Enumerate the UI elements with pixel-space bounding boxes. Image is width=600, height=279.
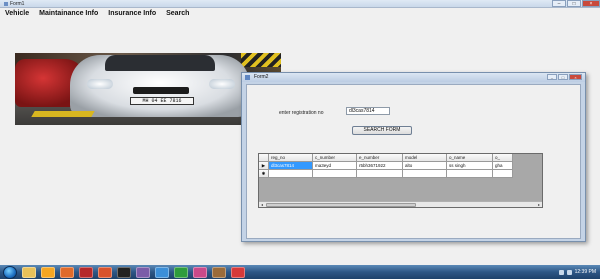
- volume-icon[interactable]: [566, 269, 572, 275]
- form2-minimize-button[interactable]: –: [547, 74, 557, 80]
- powerpoint-icon[interactable]: [98, 266, 112, 278]
- table-cell[interactable]: [447, 170, 493, 178]
- app-icon: [4, 1, 8, 6]
- parking-line: [31, 111, 95, 117]
- explorer-icon[interactable]: [22, 266, 36, 278]
- window-title-bar: Form1 – □ ×: [0, 0, 600, 8]
- visual-studio-icon[interactable]: [136, 266, 150, 278]
- table-cell[interactable]: ss singh: [447, 162, 493, 170]
- table-row[interactable]: ▶ dl3cas7814 ma3eyd r5bh3671922 alto ss …: [259, 162, 542, 170]
- table-cell[interactable]: [269, 170, 313, 178]
- new-row-icon[interactable]: ✱: [259, 170, 269, 178]
- right-headlight: [209, 79, 235, 89]
- menu-search[interactable]: Search: [161, 10, 194, 17]
- minimize-button[interactable]: –: [552, 0, 566, 7]
- media-player-icon[interactable]: [41, 266, 55, 278]
- cmd-icon[interactable]: [117, 266, 131, 278]
- table-cell[interactable]: [313, 170, 357, 178]
- form2-maximize-button[interactable]: □: [558, 74, 568, 80]
- column-header[interactable]: reg_no: [269, 154, 313, 162]
- table-cell[interactable]: [357, 170, 403, 178]
- row-header-corner: [259, 154, 269, 162]
- column-header[interactable]: e_number: [357, 154, 403, 162]
- table-cell[interactable]: [403, 170, 447, 178]
- scroll-right-icon[interactable]: ▸: [536, 202, 542, 207]
- form2-title-bar: Form2 – □ ×: [242, 73, 585, 82]
- table-cell[interactable]: r5bh3671922: [357, 162, 403, 170]
- menu-insurance-info[interactable]: Insurance Info: [103, 10, 161, 17]
- tool-icon[interactable]: [193, 266, 207, 278]
- form2-close-button[interactable]: ×: [569, 74, 582, 80]
- windshield: [105, 55, 215, 71]
- photo-stripes: [241, 53, 281, 67]
- scroll-thumb[interactable]: [266, 203, 416, 207]
- window-title: Form1: [10, 1, 25, 7]
- system-tray: 12:39 PM: [558, 269, 600, 275]
- clock[interactable]: 12:39 PM: [575, 269, 596, 275]
- taskbar-icons: [17, 266, 245, 278]
- horizontal-scrollbar[interactable]: ◂ ▸: [259, 201, 542, 207]
- chrome-icon[interactable]: [174, 266, 188, 278]
- column-header[interactable]: model: [403, 154, 447, 162]
- left-headlight: [87, 79, 113, 89]
- firefox-icon[interactable]: [60, 266, 74, 278]
- table-row-new[interactable]: ✱: [259, 170, 542, 178]
- current-row-icon[interactable]: ▶: [259, 162, 269, 170]
- table-cell[interactable]: alto: [403, 162, 447, 170]
- taskbar: 12:39 PM: [0, 265, 600, 279]
- form2-window: Form2 – □ × enter registration no dl3cas…: [241, 72, 586, 242]
- license-plate: MH 04 EE 7816: [130, 97, 194, 105]
- zip-icon[interactable]: [212, 266, 226, 278]
- table-cell[interactable]: dl3cas7814: [269, 162, 313, 170]
- paint-icon[interactable]: [155, 266, 169, 278]
- column-header[interactable]: c_number: [313, 154, 357, 162]
- column-header[interactable]: o_name: [447, 154, 493, 162]
- maximize-button[interactable]: □: [567, 0, 581, 7]
- table-cell[interactable]: ma3eyd: [313, 162, 357, 170]
- registration-label: enter registration no: [279, 110, 324, 116]
- registration-input[interactable]: dl3cas7814: [346, 107, 390, 115]
- form2-controls: – □ ×: [546, 74, 582, 80]
- grille: [133, 87, 189, 94]
- table-cell[interactable]: gha: [493, 162, 513, 170]
- close-button[interactable]: ×: [582, 0, 600, 7]
- results-grid[interactable]: reg_no c_number e_number model o_name o_…: [258, 153, 543, 208]
- form2-title: Form2: [254, 74, 269, 80]
- search-form-button[interactable]: SEARCH FORM: [352, 126, 412, 135]
- column-header[interactable]: o_: [493, 154, 513, 162]
- table-cell[interactable]: [493, 170, 513, 178]
- window-controls: – □ ×: [551, 0, 600, 8]
- menu-maintainance-info[interactable]: Maintainance Info: [34, 10, 103, 17]
- network-icon[interactable]: [558, 269, 564, 275]
- app-icon[interactable]: [231, 266, 245, 278]
- start-button[interactable]: [3, 265, 17, 279]
- menu-vehicle[interactable]: Vehicle: [0, 10, 34, 17]
- menu-bar: Vehicle Maintainance Info Insurance Info…: [0, 8, 600, 18]
- form2-body: enter registration no dl3cas7814 SEARCH …: [246, 84, 581, 239]
- form-icon: [245, 75, 250, 80]
- acrobat-icon[interactable]: [79, 266, 93, 278]
- scroll-left-icon[interactable]: ◂: [259, 202, 265, 207]
- grid-header-row: reg_no c_number e_number model o_name o_: [259, 154, 542, 162]
